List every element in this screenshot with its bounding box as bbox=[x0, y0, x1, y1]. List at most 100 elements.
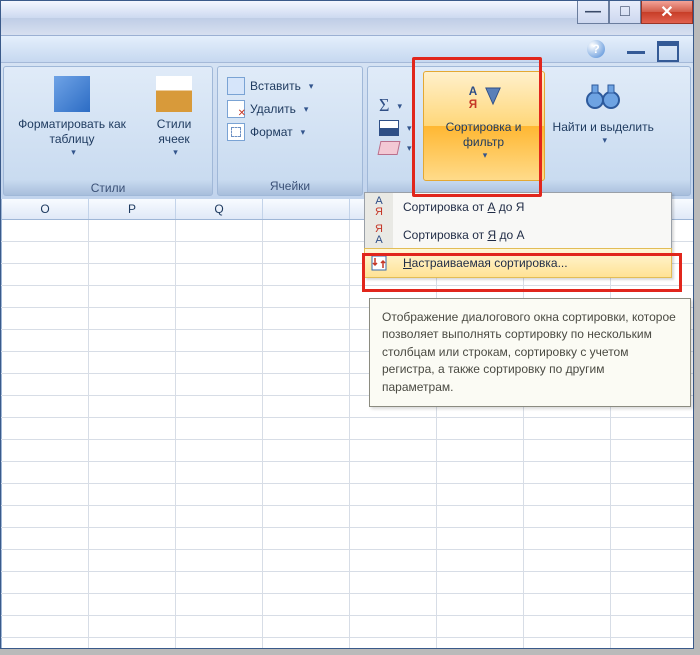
cell[interactable] bbox=[263, 484, 350, 505]
cell[interactable] bbox=[611, 616, 693, 637]
cell[interactable] bbox=[524, 572, 611, 593]
clear-button[interactable] bbox=[376, 139, 415, 157]
cell[interactable] bbox=[350, 528, 437, 549]
cell[interactable] bbox=[263, 440, 350, 461]
cell[interactable] bbox=[524, 484, 611, 505]
cell[interactable] bbox=[176, 528, 263, 549]
cell[interactable] bbox=[2, 330, 89, 351]
cell[interactable] bbox=[2, 638, 89, 648]
cell[interactable] bbox=[176, 506, 263, 527]
cell[interactable] bbox=[263, 616, 350, 637]
cell[interactable] bbox=[2, 418, 89, 439]
cell[interactable] bbox=[89, 308, 176, 329]
cell[interactable] bbox=[350, 638, 437, 648]
cell[interactable] bbox=[89, 220, 176, 241]
cell[interactable] bbox=[524, 638, 611, 648]
cell[interactable] bbox=[2, 308, 89, 329]
cell[interactable] bbox=[2, 462, 89, 483]
cell[interactable] bbox=[263, 550, 350, 571]
cell[interactable] bbox=[2, 550, 89, 571]
cell[interactable] bbox=[2, 264, 89, 285]
cell[interactable] bbox=[263, 418, 350, 439]
cell[interactable] bbox=[437, 440, 524, 461]
cell[interactable] bbox=[437, 506, 524, 527]
maximize-button[interactable]: □ bbox=[609, 1, 641, 24]
sort-az-item[interactable]: АЯ Сортировка от А до Я bbox=[365, 193, 671, 221]
cell[interactable] bbox=[89, 286, 176, 307]
cell[interactable] bbox=[176, 484, 263, 505]
cell[interactable] bbox=[524, 616, 611, 637]
cell[interactable] bbox=[89, 352, 176, 373]
cell[interactable] bbox=[2, 594, 89, 615]
cell[interactable] bbox=[176, 374, 263, 395]
cell[interactable] bbox=[350, 550, 437, 571]
cell[interactable] bbox=[611, 506, 693, 527]
cell[interactable] bbox=[524, 528, 611, 549]
custom-sort-item[interactable]: Настраиваемая сортировка... bbox=[364, 248, 672, 278]
cell[interactable] bbox=[89, 396, 176, 417]
cell[interactable] bbox=[2, 242, 89, 263]
cell[interactable] bbox=[263, 638, 350, 648]
cell[interactable] bbox=[263, 594, 350, 615]
cell[interactable] bbox=[263, 506, 350, 527]
minimize-button[interactable]: — bbox=[577, 1, 609, 24]
sort-za-item[interactable]: ЯА Сортировка от Я до А bbox=[365, 221, 671, 249]
cell[interactable] bbox=[263, 220, 350, 241]
cells-grid[interactable] bbox=[1, 220, 693, 648]
cell[interactable] bbox=[350, 440, 437, 461]
cell[interactable] bbox=[611, 638, 693, 648]
cell[interactable] bbox=[176, 550, 263, 571]
cell[interactable] bbox=[437, 462, 524, 483]
cell[interactable] bbox=[176, 330, 263, 351]
cell[interactable] bbox=[263, 374, 350, 395]
cell[interactable] bbox=[611, 594, 693, 615]
sort-filter-button[interactable]: АЯ Сортировка и фильтр bbox=[423, 71, 545, 181]
column-header[interactable]: Q bbox=[176, 199, 263, 219]
cell[interactable] bbox=[89, 330, 176, 351]
cell[interactable] bbox=[350, 418, 437, 439]
cell[interactable] bbox=[176, 242, 263, 263]
cell[interactable] bbox=[263, 462, 350, 483]
cell[interactable] bbox=[437, 572, 524, 593]
find-select-button[interactable]: Найти и выделить bbox=[547, 72, 660, 180]
cell[interactable] bbox=[2, 572, 89, 593]
cell[interactable] bbox=[611, 462, 693, 483]
cell[interactable] bbox=[263, 264, 350, 285]
cell[interactable] bbox=[176, 616, 263, 637]
column-header[interactable]: O bbox=[2, 199, 89, 219]
cell[interactable] bbox=[263, 352, 350, 373]
cell[interactable] bbox=[263, 396, 350, 417]
cell[interactable] bbox=[89, 462, 176, 483]
cell[interactable] bbox=[437, 550, 524, 571]
cell[interactable] bbox=[611, 550, 693, 571]
cell[interactable] bbox=[176, 220, 263, 241]
cell[interactable] bbox=[176, 638, 263, 648]
cell[interactable] bbox=[89, 550, 176, 571]
cell[interactable] bbox=[176, 264, 263, 285]
cell[interactable] bbox=[350, 506, 437, 527]
cell[interactable] bbox=[89, 440, 176, 461]
cell[interactable] bbox=[89, 572, 176, 593]
fill-button[interactable] bbox=[376, 118, 415, 138]
cell[interactable] bbox=[437, 616, 524, 637]
cell[interactable] bbox=[263, 242, 350, 263]
cell[interactable] bbox=[524, 462, 611, 483]
cell[interactable] bbox=[524, 418, 611, 439]
column-header[interactable]: P bbox=[89, 199, 176, 219]
cell[interactable] bbox=[89, 638, 176, 648]
cell[interactable] bbox=[2, 528, 89, 549]
cell[interactable] bbox=[2, 220, 89, 241]
insert-button[interactable]: Вставить bbox=[224, 75, 316, 97]
cell[interactable] bbox=[611, 484, 693, 505]
cell[interactable] bbox=[524, 506, 611, 527]
close-button[interactable]: ✕ bbox=[641, 1, 693, 24]
cell[interactable] bbox=[89, 242, 176, 263]
autosum-button[interactable]: Σ bbox=[376, 95, 415, 117]
cell[interactable] bbox=[350, 484, 437, 505]
ribbon-minimize-icon[interactable] bbox=[627, 51, 645, 54]
cell[interactable] bbox=[89, 528, 176, 549]
cell[interactable] bbox=[176, 352, 263, 373]
ribbon-expand-icon[interactable] bbox=[657, 41, 679, 62]
cell[interactable] bbox=[524, 594, 611, 615]
cell[interactable] bbox=[437, 418, 524, 439]
